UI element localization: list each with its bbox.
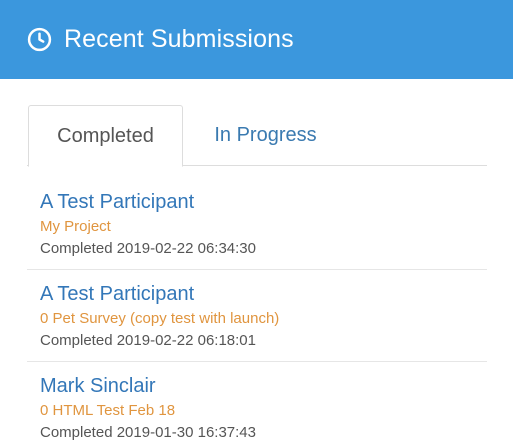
list-item: A Test Participant 0 Pet Survey (copy te… xyxy=(27,270,487,362)
clock-icon xyxy=(27,27,52,52)
submission-status: Completed 2019-02-22 06:34:30 xyxy=(40,240,256,257)
project-name: 0 Pet Survey (copy test with launch) xyxy=(40,310,280,327)
submission-status: Completed 2019-01-30 16:37:43 xyxy=(40,424,256,441)
project-name: My Project xyxy=(40,218,111,235)
participant-link[interactable]: Mark Sinclair xyxy=(40,374,487,398)
tab-in-progress[interactable]: In Progress xyxy=(198,105,333,166)
panel-title: Recent Submissions xyxy=(64,25,294,53)
panel-header: Recent Submissions xyxy=(0,0,513,79)
tab-bar: Completed In Progress xyxy=(27,105,487,167)
recent-submissions-panel: Recent Submissions Completed In Progress… xyxy=(0,0,513,443)
participant-link[interactable]: A Test Participant xyxy=(40,282,487,306)
tab-completed[interactable]: Completed xyxy=(28,105,183,167)
list-item: Mark Sinclair 0 HTML Test Feb 18 Complet… xyxy=(27,362,487,443)
submissions-list: A Test Participant My Project Completed … xyxy=(27,178,487,443)
submission-status: Completed 2019-02-22 06:18:01 xyxy=(40,332,256,349)
participant-link[interactable]: A Test Participant xyxy=(40,190,487,214)
list-item: A Test Participant My Project Completed … xyxy=(27,178,487,270)
project-name: 0 HTML Test Feb 18 xyxy=(40,402,176,419)
